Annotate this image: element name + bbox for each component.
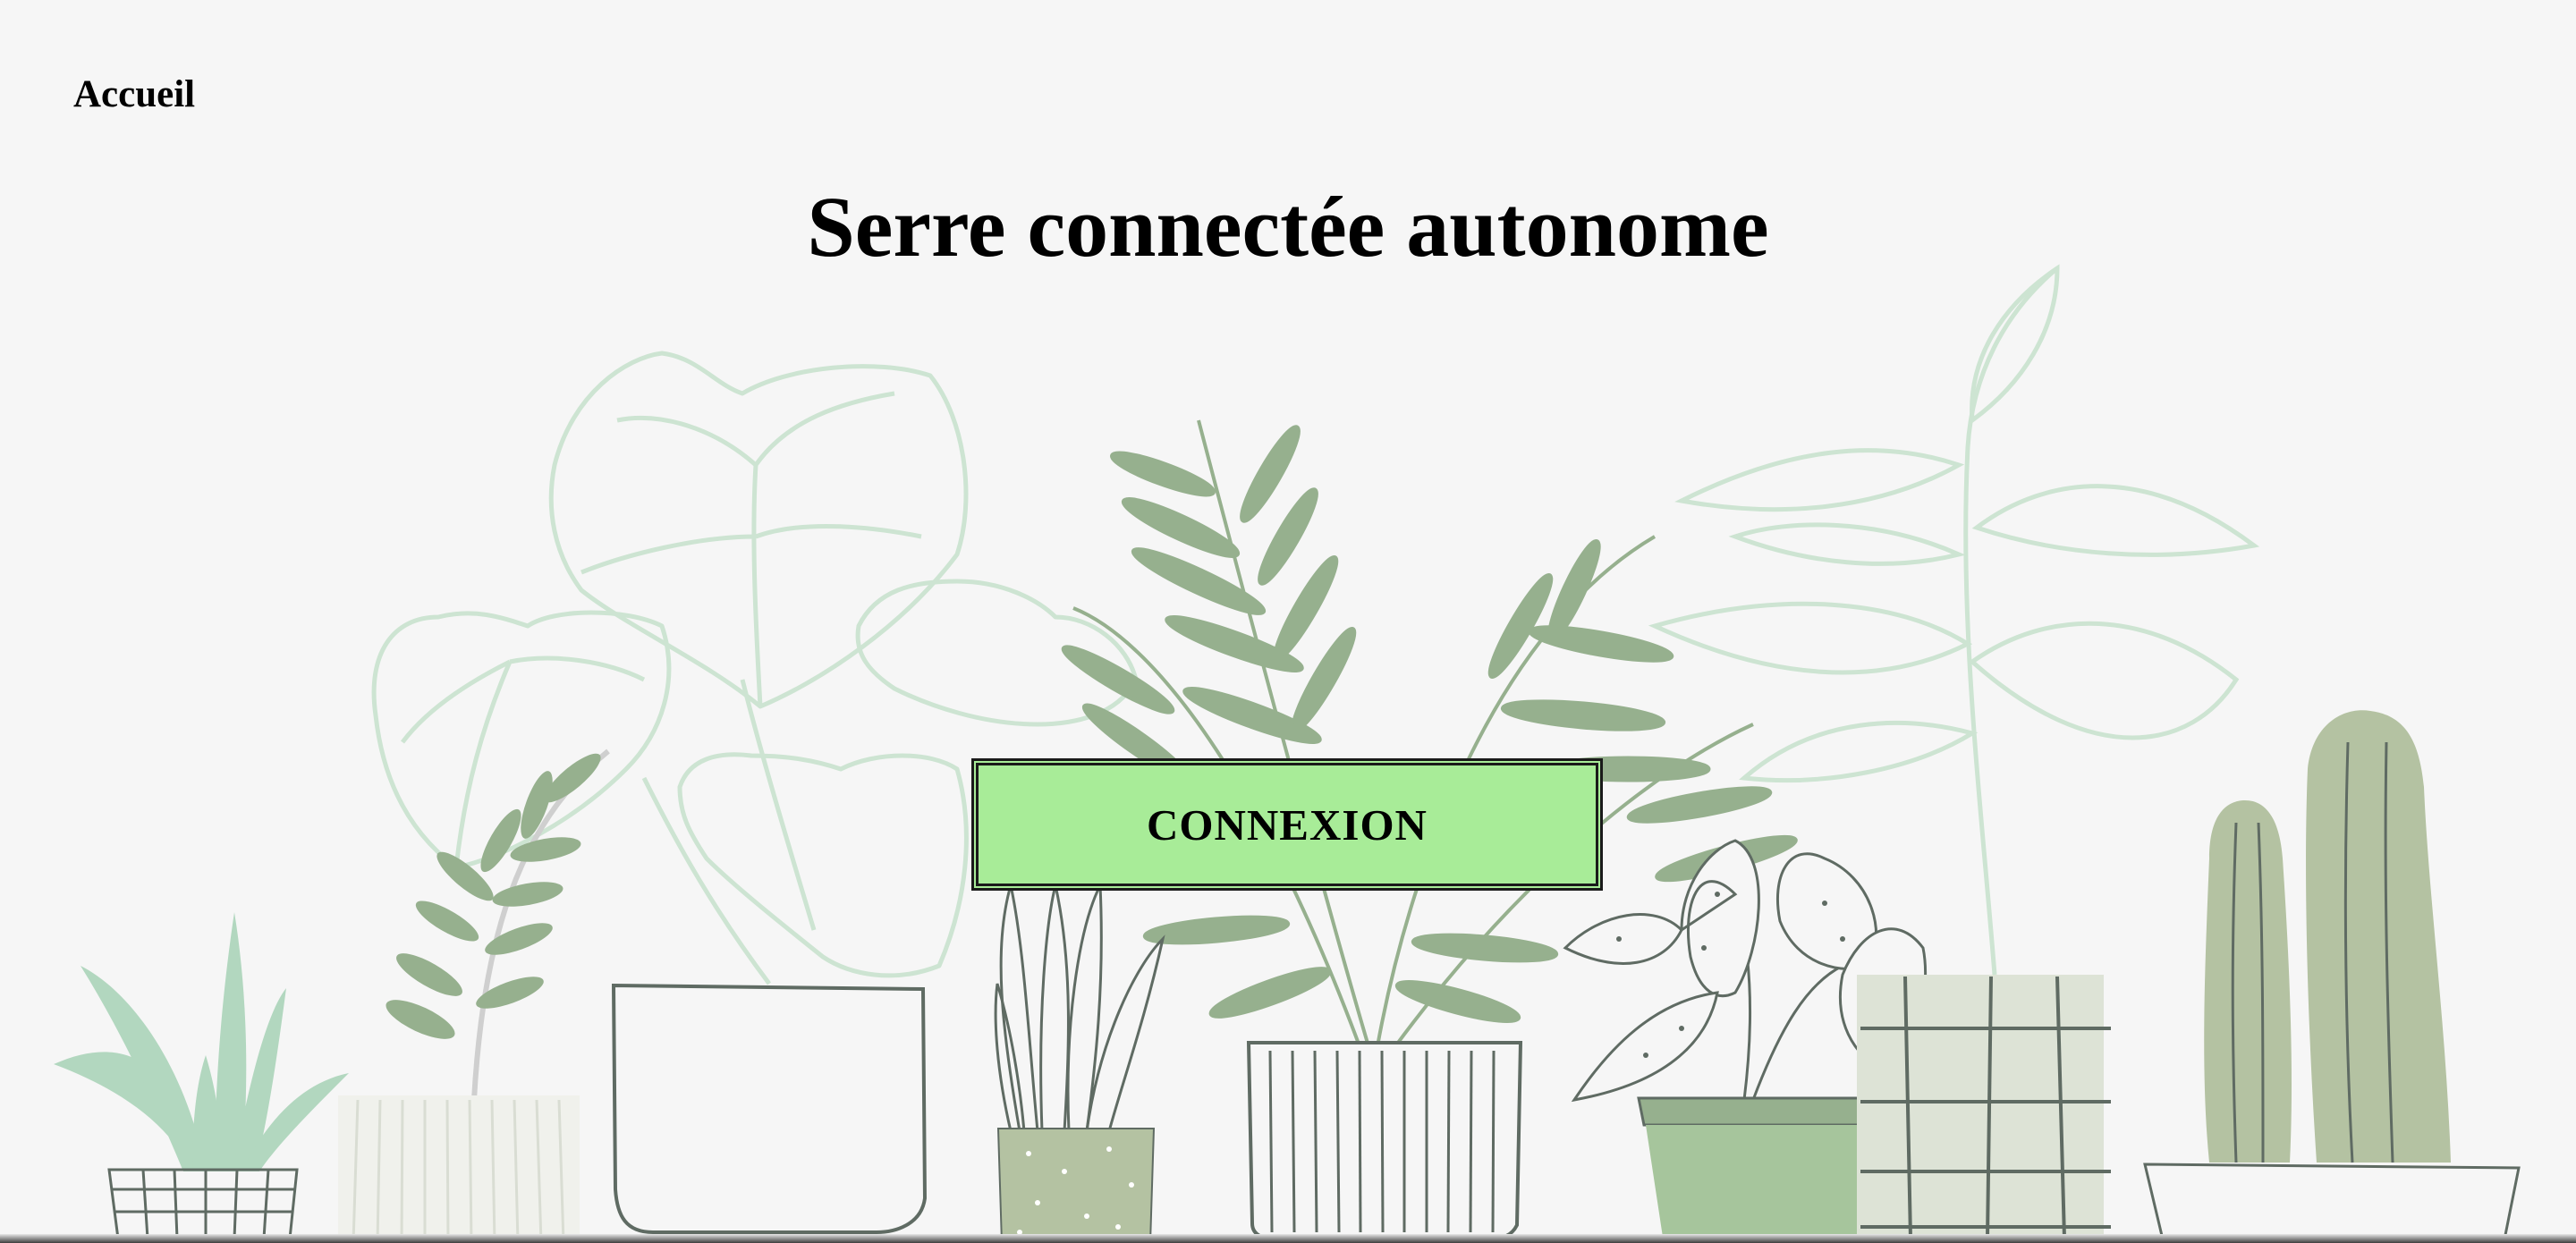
leafy-stem-plant	[386, 748, 610, 1101]
home-page: Accueil Serre connectée autonome CONNEXI…	[0, 0, 2576, 1243]
checked-planter	[1857, 975, 2111, 1239]
home-link[interactable]: Accueil	[73, 75, 195, 114]
striped-pot	[338, 1095, 580, 1243]
snake-plant	[994, 880, 1165, 1132]
window-bottom-edge	[0, 1234, 2576, 1243]
aloe-pot	[107, 1168, 299, 1240]
cactus-pot	[2143, 1163, 2521, 1241]
fern-pot	[1246, 1041, 1523, 1241]
cactus-plant	[2204, 710, 2451, 1163]
login-button[interactable]: CONNEXION	[971, 758, 1603, 891]
begonia-pot	[1637, 1096, 1894, 1243]
page-title: Serre connectée autonome	[807, 179, 1769, 275]
large-outline-pot	[611, 983, 928, 1234]
snake-plant-pot	[996, 1128, 1156, 1243]
palm-fern-plant	[1061, 419, 1798, 1048]
aloe-plant	[54, 912, 349, 1171]
